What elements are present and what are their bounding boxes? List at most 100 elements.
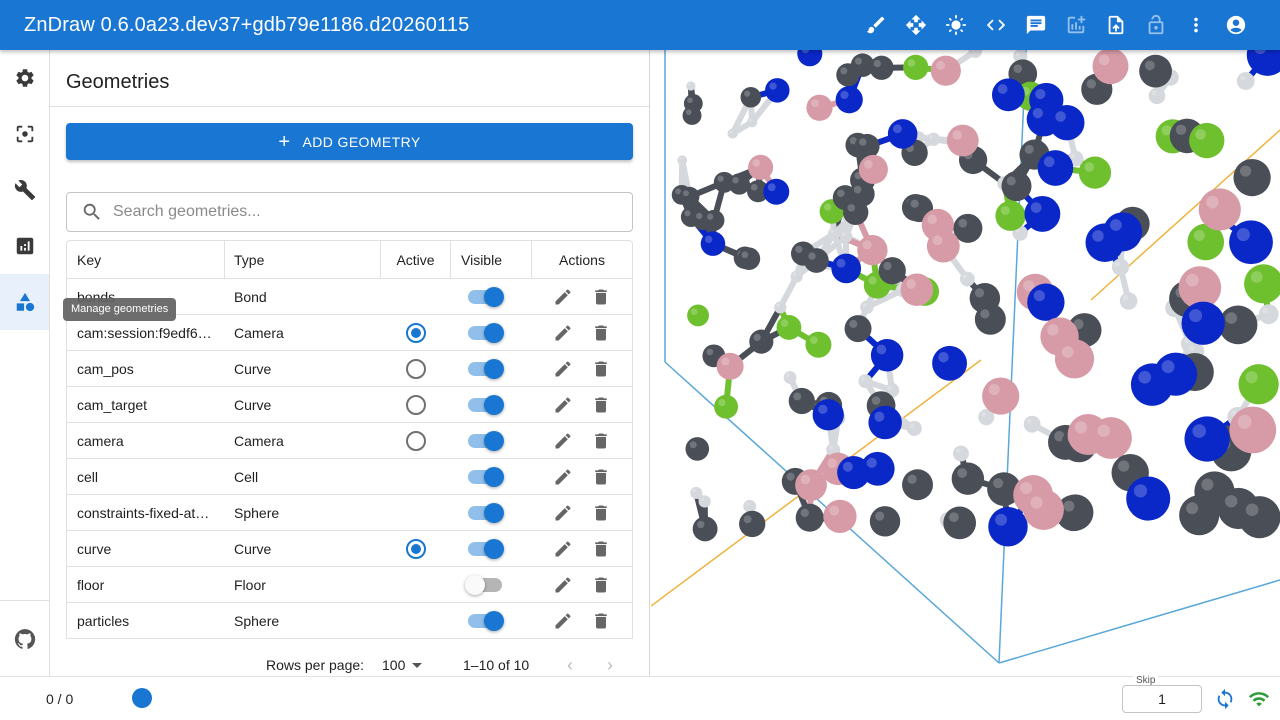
rows-per-page-select[interactable]: 100 — [382, 657, 405, 673]
edit-icon[interactable] — [544, 287, 582, 307]
delete-icon[interactable] — [582, 611, 620, 631]
delete-icon[interactable] — [582, 287, 620, 307]
visible-toggle[interactable] — [468, 394, 504, 415]
table-row[interactable]: cam_pos Curve — [67, 351, 632, 387]
delete-icon[interactable] — [582, 323, 620, 343]
bottom-bar: 0 / 0 Skip 1 — [0, 675, 1280, 720]
row-key: particles — [77, 612, 130, 629]
frame-slider-thumb[interactable] — [132, 688, 152, 708]
active-radio[interactable] — [406, 394, 426, 415]
visible-toggle[interactable] — [468, 466, 504, 487]
frame-counter: 0 / 0 — [46, 691, 74, 707]
next-page-icon[interactable]: › — [598, 653, 622, 676]
row-type: Curve — [234, 540, 272, 557]
more-vert-icon[interactable] — [1176, 5, 1216, 45]
row-type: Curve — [234, 360, 272, 377]
column-header-active[interactable]: Active — [381, 240, 451, 279]
row-type: Bond — [234, 288, 267, 305]
visible-toggle[interactable] — [468, 502, 504, 523]
visible-toggle[interactable] — [468, 610, 504, 631]
visible-toggle[interactable] — [468, 538, 504, 559]
active-radio[interactable] — [406, 538, 426, 559]
toggle-knob — [484, 610, 504, 631]
edit-icon[interactable] — [544, 467, 582, 487]
toggle-knob — [484, 394, 504, 415]
row-type: Sphere — [234, 504, 280, 521]
row-type: Cell — [234, 468, 259, 485]
table-row[interactable]: curve Curve — [67, 531, 632, 567]
active-radio[interactable] — [406, 358, 426, 379]
active-radio[interactable] — [406, 430, 426, 451]
table-row[interactable]: camera Camera — [67, 423, 632, 459]
visible-toggle[interactable] — [468, 358, 504, 379]
row-key: cam:session:f9edf6… — [77, 324, 212, 341]
rail-camera-focus[interactable] — [0, 106, 49, 162]
toggle-knob — [484, 430, 504, 451]
edit-icon[interactable] — [544, 575, 582, 595]
row-key: curve — [77, 540, 112, 557]
account-circle-icon[interactable] — [1216, 5, 1256, 45]
upload-file-icon[interactable] — [1096, 5, 1136, 45]
edit-icon[interactable] — [544, 359, 582, 379]
molecule-scene[interactable] — [651, 50, 1280, 676]
lock-icon[interactable] — [1136, 5, 1176, 45]
row-key: floor — [77, 576, 105, 593]
code-icon[interactable] — [976, 5, 1016, 45]
row-visible-cell — [451, 610, 532, 631]
table-row[interactable]: cam_target Curve — [67, 387, 632, 423]
rail-settings[interactable] — [0, 50, 49, 106]
delete-icon[interactable] — [582, 359, 620, 379]
rail-analysis[interactable] — [0, 218, 49, 274]
delete-icon[interactable] — [582, 575, 620, 595]
visible-toggle[interactable] — [468, 286, 504, 307]
row-visible-cell — [451, 574, 532, 595]
chat-icon[interactable] — [1016, 5, 1056, 45]
column-header-type[interactable]: Type — [225, 240, 381, 279]
rail-github[interactable] — [0, 600, 49, 676]
toggle-knob — [484, 502, 504, 523]
toggle-knob — [484, 322, 504, 343]
active-radio[interactable] — [406, 322, 426, 343]
edit-icon[interactable] — [544, 503, 582, 523]
table-row[interactable]: constraints-fixed-at… Sphere — [67, 495, 632, 531]
row-key: cam_pos — [77, 360, 134, 377]
brush-icon[interactable] — [856, 5, 896, 45]
column-header-visible[interactable]: Visible — [451, 240, 532, 279]
table-row[interactable]: cell Cell — [67, 459, 632, 495]
rail-geometries[interactable] — [0, 274, 49, 330]
chevron-down-icon[interactable] — [412, 663, 422, 668]
move-icon[interactable] — [896, 5, 936, 45]
toggle-knob — [484, 286, 504, 307]
add-geometry-button[interactable]: + ADD GEOMETRY — [66, 123, 633, 160]
row-visible-cell — [451, 538, 532, 559]
delete-icon[interactable] — [582, 395, 620, 415]
edit-icon[interactable] — [544, 395, 582, 415]
edit-icon[interactable] — [544, 323, 582, 343]
brightness-icon[interactable] — [936, 5, 976, 45]
delete-icon[interactable] — [582, 503, 620, 523]
add-chart-icon[interactable] — [1056, 5, 1096, 45]
visible-toggle[interactable] — [468, 430, 504, 451]
edit-icon[interactable] — [544, 431, 582, 451]
3d-viewer-canvas[interactable] — [651, 50, 1280, 676]
search-input[interactable] — [113, 203, 593, 221]
row-actions — [532, 539, 632, 559]
row-visible-cell — [451, 394, 532, 415]
visible-toggle[interactable] — [465, 574, 502, 595]
delete-icon[interactable] — [582, 539, 620, 559]
visible-toggle[interactable] — [468, 322, 504, 343]
skip-input[interactable]: 1 — [1122, 685, 1202, 713]
table-row[interactable]: floor Floor — [67, 567, 632, 603]
analytics-icon — [16, 237, 33, 255]
edit-icon[interactable] — [544, 611, 582, 631]
edit-icon[interactable] — [544, 539, 582, 559]
previous-page-icon[interactable]: ‹ — [558, 653, 582, 676]
column-header-key[interactable]: Key — [67, 240, 225, 279]
delete-icon[interactable] — [582, 467, 620, 487]
row-active-cell — [381, 538, 451, 559]
center-focus-icon — [16, 125, 33, 143]
rail-tools[interactable] — [0, 162, 49, 218]
delete-icon[interactable] — [582, 431, 620, 451]
sync-icon[interactable] — [1214, 688, 1236, 710]
table-row[interactable]: particles Sphere — [67, 603, 632, 639]
